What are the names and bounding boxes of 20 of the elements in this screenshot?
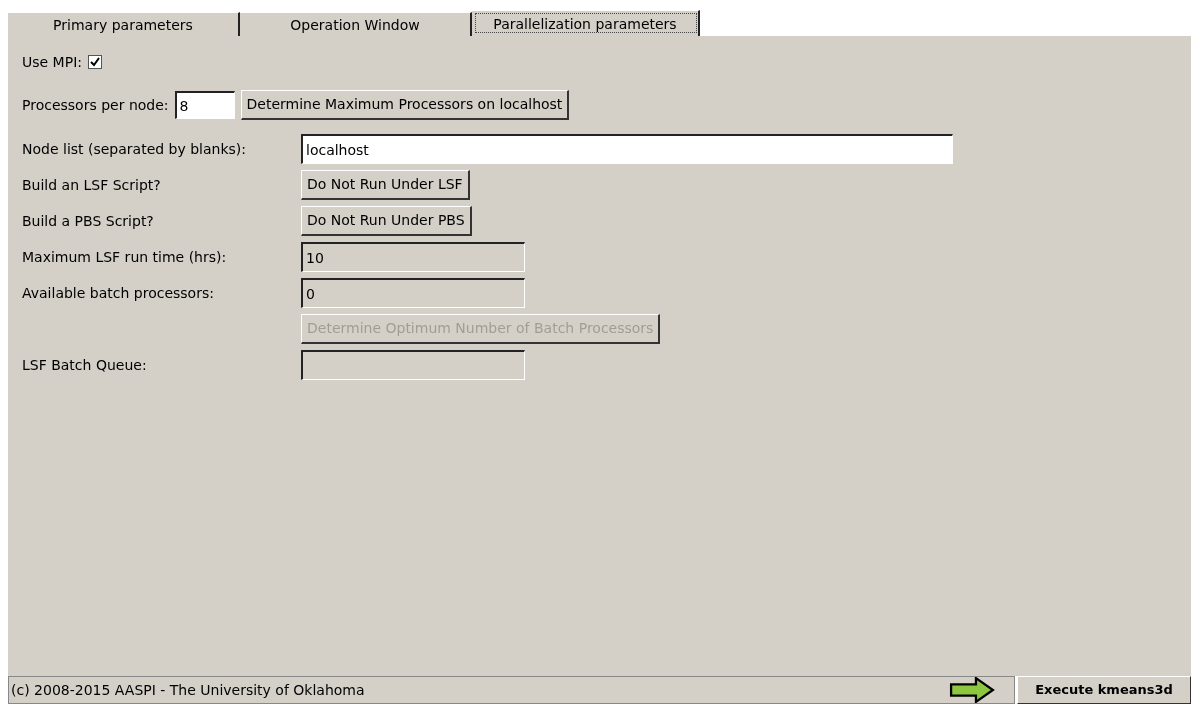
input-field[interactable]: 8	[174, 91, 235, 119]
field-label: Processors per node:	[22, 95, 169, 115]
field-label: Node list (separated by blanks):	[22, 139, 248, 159]
checkmark-icon	[90, 57, 100, 67]
tab[interactable]: Parallelization parameters	[472, 10, 700, 36]
field-label: LSF Batch Queue:	[22, 355, 148, 375]
tab[interactable]: Primary parameters	[8, 12, 240, 36]
checkbox[interactable]	[88, 55, 102, 69]
input-field[interactable]: localhost	[301, 134, 953, 164]
determine-button[interactable]: Determine Maximum Processors on localhost	[240, 90, 570, 120]
field-label: Use MPI:	[22, 52, 82, 72]
button[interactable]: Do Not Run Under PBS	[301, 206, 472, 236]
execute-button[interactable]: Execute kmeans3d	[1017, 676, 1191, 704]
field-label: Maximum LSF run time (hrs):	[22, 247, 228, 267]
field-label: Build a PBS Script?	[22, 211, 155, 231]
button[interactable]: Do Not Run Under LSF	[301, 170, 470, 200]
tab[interactable]: Operation Window	[240, 12, 472, 36]
field-label: Available batch processors:	[22, 283, 215, 303]
status-text: (c) 2008-2015 AASPI - The University of Oklahoma	[8, 676, 1015, 704]
field-label: Build an LSF Script?	[22, 175, 162, 195]
